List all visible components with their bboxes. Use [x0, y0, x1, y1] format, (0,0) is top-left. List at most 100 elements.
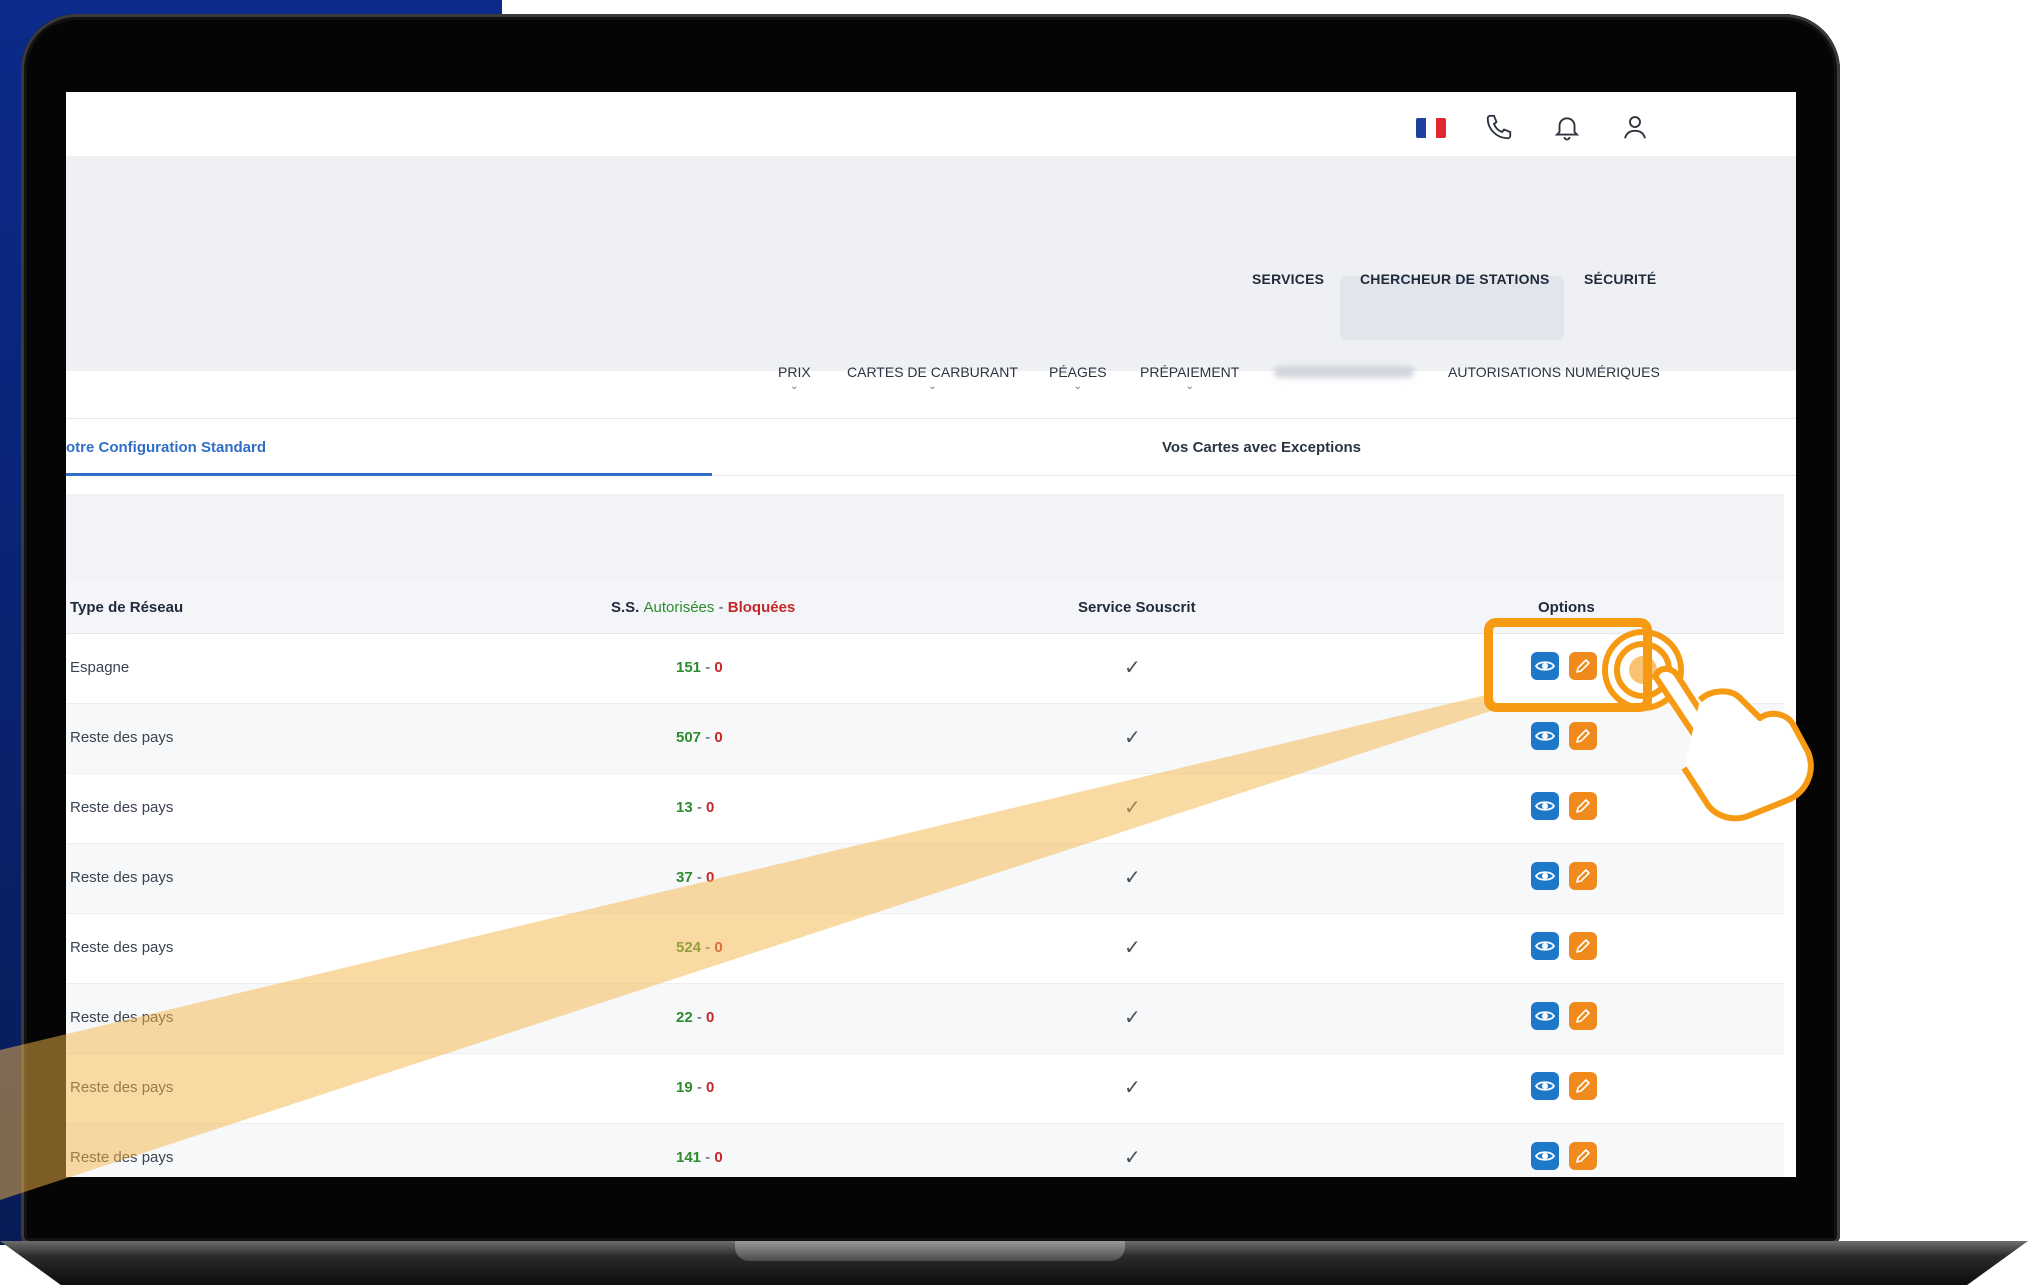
cell-station-counts: 507 - 0	[676, 729, 723, 746]
cell-station-counts: 37 - 0	[676, 869, 714, 886]
view-button[interactable]	[1531, 1142, 1559, 1170]
edit-button[interactable]	[1569, 722, 1597, 750]
tab-active-underline	[66, 473, 712, 476]
cell-station-counts: 22 - 0	[676, 1009, 714, 1026]
count-blocked: 0	[706, 869, 715, 886]
eye-icon	[1535, 871, 1555, 881]
count-blocked: 0	[706, 799, 715, 816]
check-icon: ✓	[1124, 797, 1141, 819]
count-authorized: 19	[676, 1079, 693, 1096]
nav-tolls[interactable]: PÉAGES ⌄	[1049, 364, 1107, 392]
count-authorized: 13	[676, 799, 693, 816]
count-blocked: 0	[714, 729, 723, 746]
check-icon: ✓	[1124, 657, 1141, 679]
eye-icon	[1535, 1151, 1555, 1161]
cell-network-type: Reste des pays	[70, 729, 174, 746]
pencil-icon	[1576, 939, 1590, 953]
check-icon: ✓	[1124, 1147, 1141, 1169]
header-stations: S.S. Autorisées - Bloquées	[611, 599, 795, 616]
check-icon: ✓	[1124, 1077, 1141, 1099]
chevron-down-icon: ⌄	[928, 381, 937, 392]
nav-fuel-cards-label: CARTES DE CARBURANT	[847, 364, 1018, 380]
edit-button[interactable]	[1569, 862, 1597, 890]
table-row: Reste des pays 524 - 0 ✓	[66, 914, 1784, 984]
cell-station-counts: 13 - 0	[676, 799, 714, 816]
count-separator: -	[692, 1079, 707, 1096]
bell-icon[interactable]	[1552, 112, 1582, 142]
chevron-down-icon: ⌄	[790, 381, 799, 392]
tab-cards-exceptions[interactable]: Vos Cartes avec Exceptions	[1162, 439, 1361, 456]
nav-fuel-cards[interactable]: CARTES DE CARBURANT ⌄	[847, 364, 1018, 392]
header-blocked: Bloquées	[727, 599, 796, 616]
nav-security[interactable]: SÉCURITÉ	[1584, 271, 1656, 287]
table-row: Reste des pays 507 - 0 ✓	[66, 704, 1784, 774]
nav-station-finder[interactable]: CHERCHEUR DE STATIONS	[1360, 271, 1550, 287]
count-authorized: 151	[676, 659, 702, 676]
count-blocked: 0	[714, 1149, 723, 1166]
header-options: Options	[1538, 599, 1595, 616]
pencil-icon	[1576, 799, 1590, 813]
view-button[interactable]	[1531, 722, 1559, 750]
eye-icon	[1535, 941, 1555, 951]
table-row: Reste des pays 13 - 0 ✓	[66, 774, 1784, 844]
edit-button[interactable]	[1569, 1002, 1597, 1030]
nav-tolls-label: PÉAGES	[1049, 364, 1107, 380]
table-row: Reste des pays 22 - 0 ✓	[66, 984, 1784, 1054]
table-row: Reste des pays 141 - 0 ✓	[66, 1124, 1784, 1177]
count-separator: -	[692, 1009, 707, 1026]
header-ss-prefix: S.S.	[611, 599, 640, 616]
cell-network-type: Reste des pays	[70, 799, 174, 816]
cell-network-type: Reste des pays	[70, 939, 174, 956]
nav-services[interactable]: SERVICES	[1252, 271, 1324, 287]
view-button[interactable]	[1531, 1072, 1559, 1100]
count-separator: -	[701, 729, 715, 746]
nav-prix[interactable]: PRIX ⌄	[778, 364, 811, 392]
header-authorized: Autorisées	[643, 599, 715, 616]
pencil-icon	[1576, 729, 1590, 743]
table-row: Reste des pays 19 - 0 ✓	[66, 1054, 1784, 1124]
user-icon[interactable]	[1620, 112, 1650, 142]
phone-icon[interactable]	[1484, 112, 1514, 142]
top-bar	[66, 92, 1796, 156]
pencil-icon	[1576, 1149, 1590, 1163]
nav-prix-label: PRIX	[778, 364, 811, 380]
view-button[interactable]	[1531, 932, 1559, 960]
france-flag-icon[interactable]	[1416, 118, 1446, 138]
count-separator: -	[692, 869, 707, 886]
cell-network-type: Reste des pays	[70, 1009, 174, 1026]
count-separator: -	[701, 1149, 715, 1166]
eye-icon	[1535, 1081, 1555, 1091]
count-blocked: 0	[714, 939, 723, 956]
pencil-icon	[1576, 869, 1590, 883]
edit-button[interactable]	[1569, 792, 1597, 820]
edit-button[interactable]	[1569, 1072, 1597, 1100]
check-icon: ✓	[1124, 867, 1141, 889]
view-button[interactable]	[1531, 792, 1559, 820]
chevron-down-icon: ⌄	[1185, 381, 1194, 392]
table-toolbar-band	[66, 494, 1784, 580]
pencil-icon	[1576, 1079, 1590, 1093]
header-service: Service Souscrit	[1078, 599, 1196, 616]
eye-icon	[1535, 731, 1555, 741]
view-button[interactable]	[1531, 1002, 1559, 1030]
chevron-down-icon: ⌄	[1073, 381, 1082, 392]
table-row: Reste des pays 37 - 0 ✓	[66, 844, 1784, 914]
nav-prepayment-label: PRÉPAIEMENT	[1140, 364, 1240, 380]
tab-standard-configuration[interactable]: otre Configuration Standard	[66, 439, 266, 456]
count-blocked: 0	[714, 659, 723, 676]
check-icon: ✓	[1124, 1007, 1141, 1029]
view-button[interactable]	[1531, 862, 1559, 890]
pencil-icon	[1576, 1009, 1590, 1023]
edit-button[interactable]	[1569, 932, 1597, 960]
count-authorized: 141	[676, 1149, 702, 1166]
edit-button[interactable]	[1569, 1142, 1597, 1170]
tab-bar: otre Configuration Standard Vos Cartes a…	[66, 418, 1796, 476]
count-blocked: 0	[706, 1079, 715, 1096]
highlight-box	[1484, 618, 1652, 712]
nav-digital-authorizations[interactable]: AUTORISATIONS NUMÉRIQUES	[1448, 364, 1660, 380]
cell-station-counts: 524 - 0	[676, 939, 723, 956]
nav-prepayment[interactable]: PRÉPAIEMENT ⌄	[1140, 364, 1239, 392]
check-icon: ✓	[1124, 937, 1141, 959]
count-authorized: 524	[676, 939, 702, 956]
cell-station-counts: 19 - 0	[676, 1079, 714, 1096]
